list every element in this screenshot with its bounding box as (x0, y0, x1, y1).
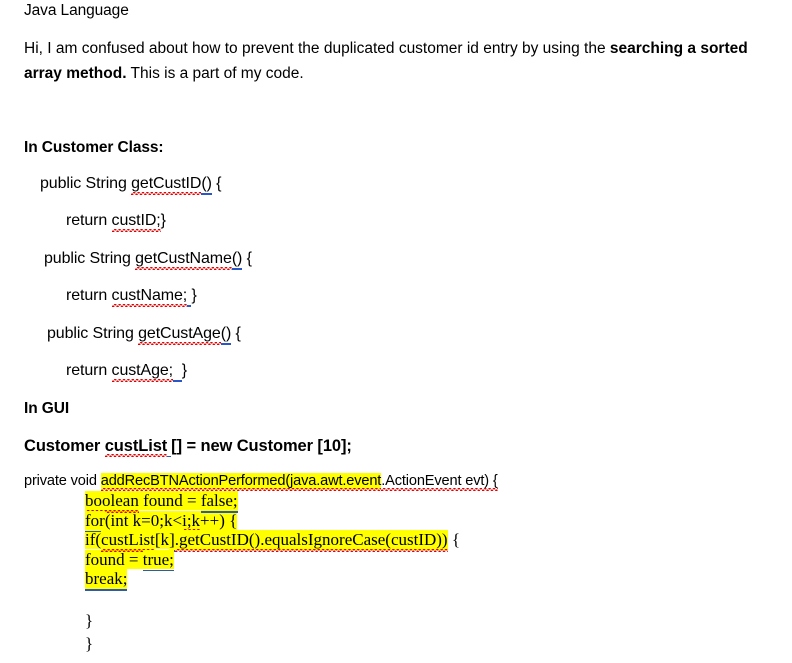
spellcheck-underlined-text: getCustName (135, 250, 232, 270)
boolean-declaration: boolean found = false; (85, 491, 460, 512)
closing-brace: } (85, 611, 94, 630)
declaration-suffix: [] = new Customer [10]; (171, 437, 352, 455)
highlighted-text: found = (85, 549, 143, 569)
grammar-underlined-text: () (201, 175, 213, 195)
highlighted-text: (int k=0;k< (104, 510, 183, 530)
code-text: return (66, 287, 112, 304)
grammar-underlined-text (187, 288, 192, 307)
declaration-grammar-mark (167, 438, 172, 458)
section-heading-in-gui: In GUI (24, 400, 70, 417)
declaration-identifier: custList (104, 437, 168, 458)
spellcheck-underlined-text: i;k (182, 510, 201, 532)
gui-declaration-line: Customer custList [] = new Customer [10]… (24, 437, 352, 458)
highlighted-text: [k (154, 530, 170, 549)
for-loop: for(int k=0;k<i;k++) { (85, 510, 460, 532)
grammar-underlined-text (173, 363, 182, 382)
spellcheck-underlined-text: getCustID (131, 175, 202, 195)
code-text: { (447, 530, 461, 549)
code-line: return custName; } (66, 287, 197, 307)
code-text: public String (44, 250, 136, 267)
code-line: return custID;} (66, 212, 166, 232)
grammar-underlined-text: () (231, 250, 243, 270)
method-signature-line: private void addRecBTNActionPerformed(ja… (24, 473, 499, 491)
intro-paragraph: Hi, I am confused about how to prevent t… (24, 36, 764, 86)
spellcheck-underlined-text: custName; (111, 287, 188, 307)
spellcheck-underlined-text: custList (101, 530, 155, 551)
spellcheck-underlined-text: boolean (85, 491, 139, 512)
code-text: public String (40, 175, 132, 192)
code-text: return (66, 212, 112, 229)
code-line: public String getCustName() { (44, 250, 252, 270)
code-text: { (231, 325, 241, 342)
method-signature-identifier: addRecBTNActionPerformed(java.awt.event (100, 473, 382, 491)
spellcheck-underlined-text: custID; (111, 212, 161, 232)
method-signature-tail: .ActionEvent evt) { (381, 473, 499, 491)
code-text: public String (47, 325, 139, 342)
declaration-prefix: Customer (24, 437, 105, 455)
code-text: } (181, 362, 187, 379)
highlighted-text: ++) { (200, 510, 238, 530)
intro-text-part-1: Hi, I am confused about how to prevent t… (24, 40, 610, 57)
code-line: public String getCustAge() { (47, 325, 241, 345)
closing-brace: } (85, 634, 94, 653)
code-text: } (191, 287, 197, 304)
grammar-underlined-text: true; (142, 549, 175, 571)
code-line: return custAge; } (66, 362, 187, 382)
highlighted-text: if( (85, 530, 102, 549)
grammar-underlined-text: for (85, 510, 105, 532)
grammar-underlined-text: () (220, 325, 232, 345)
grammar-underlined-text: false; (200, 491, 238, 512)
found-assignment: found = true; (85, 549, 460, 571)
code-text: { (211, 175, 222, 192)
code-text: return (66, 362, 112, 379)
break-statement: break; (85, 569, 460, 590)
spellcheck-underlined-text: custAge; (111, 362, 174, 382)
code-text: { (242, 250, 252, 267)
page-title: Java Language (24, 2, 129, 19)
code-line: public String getCustID() { (40, 175, 222, 195)
code-text: } (160, 212, 166, 229)
spellcheck-underlined-text: .getCustID().equalsIgnoreCase(custID)) (174, 530, 448, 551)
method-signature-prefix: private void (24, 473, 101, 489)
grammar-underlined-text: break; (85, 569, 128, 590)
highlighted-text: found = (138, 491, 201, 510)
document-page: Java Language Hi, I am confused about ho… (0, 0, 792, 663)
spellcheck-underlined-text: getCustAge (138, 325, 221, 345)
highlighted-code-block: boolean found = false; for(int k=0;k<i;k+… (85, 491, 461, 590)
intro-text-part-2: This is a part of my code. (126, 65, 304, 82)
section-heading-customer-class: In Customer Class: (24, 139, 164, 156)
if-statement: if(custList[k].getCustID().equalsIgnoreC… (85, 530, 461, 551)
